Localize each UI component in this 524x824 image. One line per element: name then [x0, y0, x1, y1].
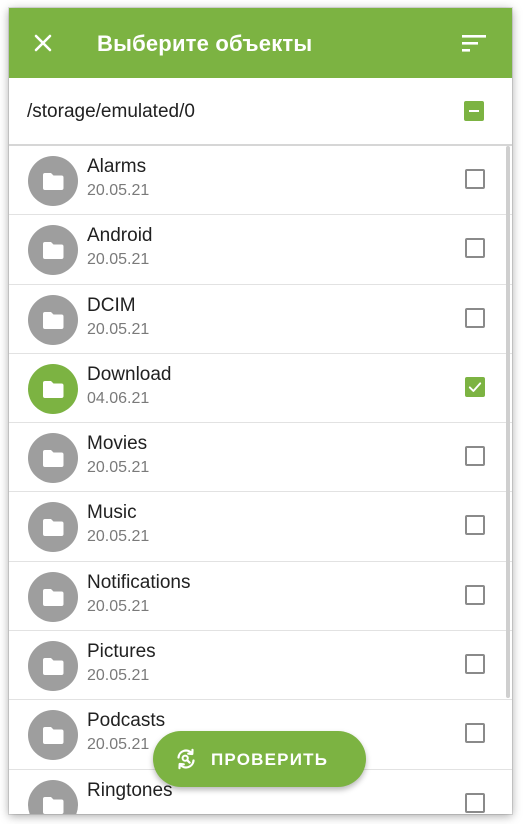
folder-icon — [28, 571, 78, 622]
folder-icon — [28, 710, 78, 761]
indeterminate-dash-icon — [469, 110, 479, 112]
item-checkbox[interactable] — [465, 723, 485, 744]
item-checkbox[interactable] — [465, 238, 485, 259]
folder-icon — [28, 502, 78, 553]
item-name: DCIM — [87, 294, 136, 316]
checkmark-icon — [468, 382, 482, 392]
item-name: Notifications — [87, 571, 191, 593]
list-item[interactable]: Notifications 20.05.21 — [9, 562, 512, 632]
folder-icon — [28, 641, 78, 692]
item-name: Podcasts — [87, 710, 166, 732]
list-item[interactable]: Android 20.05.21 — [9, 215, 512, 285]
item-name: Android — [87, 225, 153, 247]
current-path: /storage/emulated/0 — [27, 101, 195, 122]
item-checkbox[interactable] — [465, 446, 485, 467]
item-checkbox[interactable] — [465, 515, 485, 536]
check-button-label: ПРОВЕРИТЬ — [211, 750, 329, 769]
folder-icon — [28, 294, 78, 345]
item-name: Pictures — [87, 641, 156, 663]
item-date: 20.05.21 — [87, 597, 150, 615]
item-date: 20.05.21 — [87, 736, 150, 754]
item-name: Ringtones — [87, 779, 173, 801]
scan-icon — [177, 748, 195, 770]
list-item[interactable]: Alarms 20.05.21 — [9, 146, 512, 216]
item-name: Alarms — [87, 156, 147, 177]
list-item[interactable]: Download 04.06.21 — [9, 354, 512, 424]
select-all-checkbox[interactable] — [464, 101, 484, 121]
item-date: 20.05.21 — [87, 528, 150, 546]
item-checkbox[interactable] — [465, 654, 485, 675]
check-button[interactable]: ПРОВЕРИТЬ — [153, 731, 366, 787]
folder-icon — [28, 225, 78, 276]
item-checkbox[interactable] — [465, 169, 485, 189]
app-bar: Выберите объекты — [9, 8, 512, 78]
item-checkbox[interactable] — [465, 307, 485, 328]
scrollbar[interactable] — [506, 146, 510, 698]
path-bar: /storage/emulated/0 — [9, 78, 512, 146]
item-name: Download — [87, 363, 172, 385]
item-date: 04.06.21 — [87, 389, 150, 407]
sort-icon[interactable] — [461, 32, 487, 54]
folder-icon — [28, 156, 78, 206]
page-title: Выберите объекты — [97, 31, 313, 56]
folder-icon — [28, 433, 78, 484]
close-icon[interactable] — [31, 31, 55, 55]
list-item[interactable]: Movies 20.05.21 — [9, 423, 512, 493]
list-item[interactable]: DCIM 20.05.21 — [9, 285, 512, 354]
item-name: Movies — [87, 433, 148, 455]
folder-icon — [28, 779, 78, 814]
folder-icon — [28, 363, 78, 414]
item-name: Music — [87, 502, 137, 524]
item-checkbox[interactable] — [465, 792, 485, 813]
item-date: 20.05.21 — [87, 251, 150, 269]
app-window: Выберите объекты /storage/emulated/0 Ala… — [9, 8, 512, 814]
item-date: 20.05.21 — [87, 667, 150, 685]
list-item[interactable]: Music 20.05.21 — [9, 492, 512, 562]
item-date: 20.05.21 — [87, 182, 150, 199]
item-checkbox[interactable] — [465, 584, 485, 605]
item-checkbox[interactable] — [465, 376, 485, 397]
file-list[interactable]: Alarms 20.05.21 Android 20.05.21 DCIM 20… — [9, 146, 512, 814]
item-date: 20.05.21 — [87, 459, 150, 477]
item-date: 20.05.21 — [87, 320, 150, 338]
list-item[interactable]: Pictures 20.05.21 — [9, 631, 512, 701]
